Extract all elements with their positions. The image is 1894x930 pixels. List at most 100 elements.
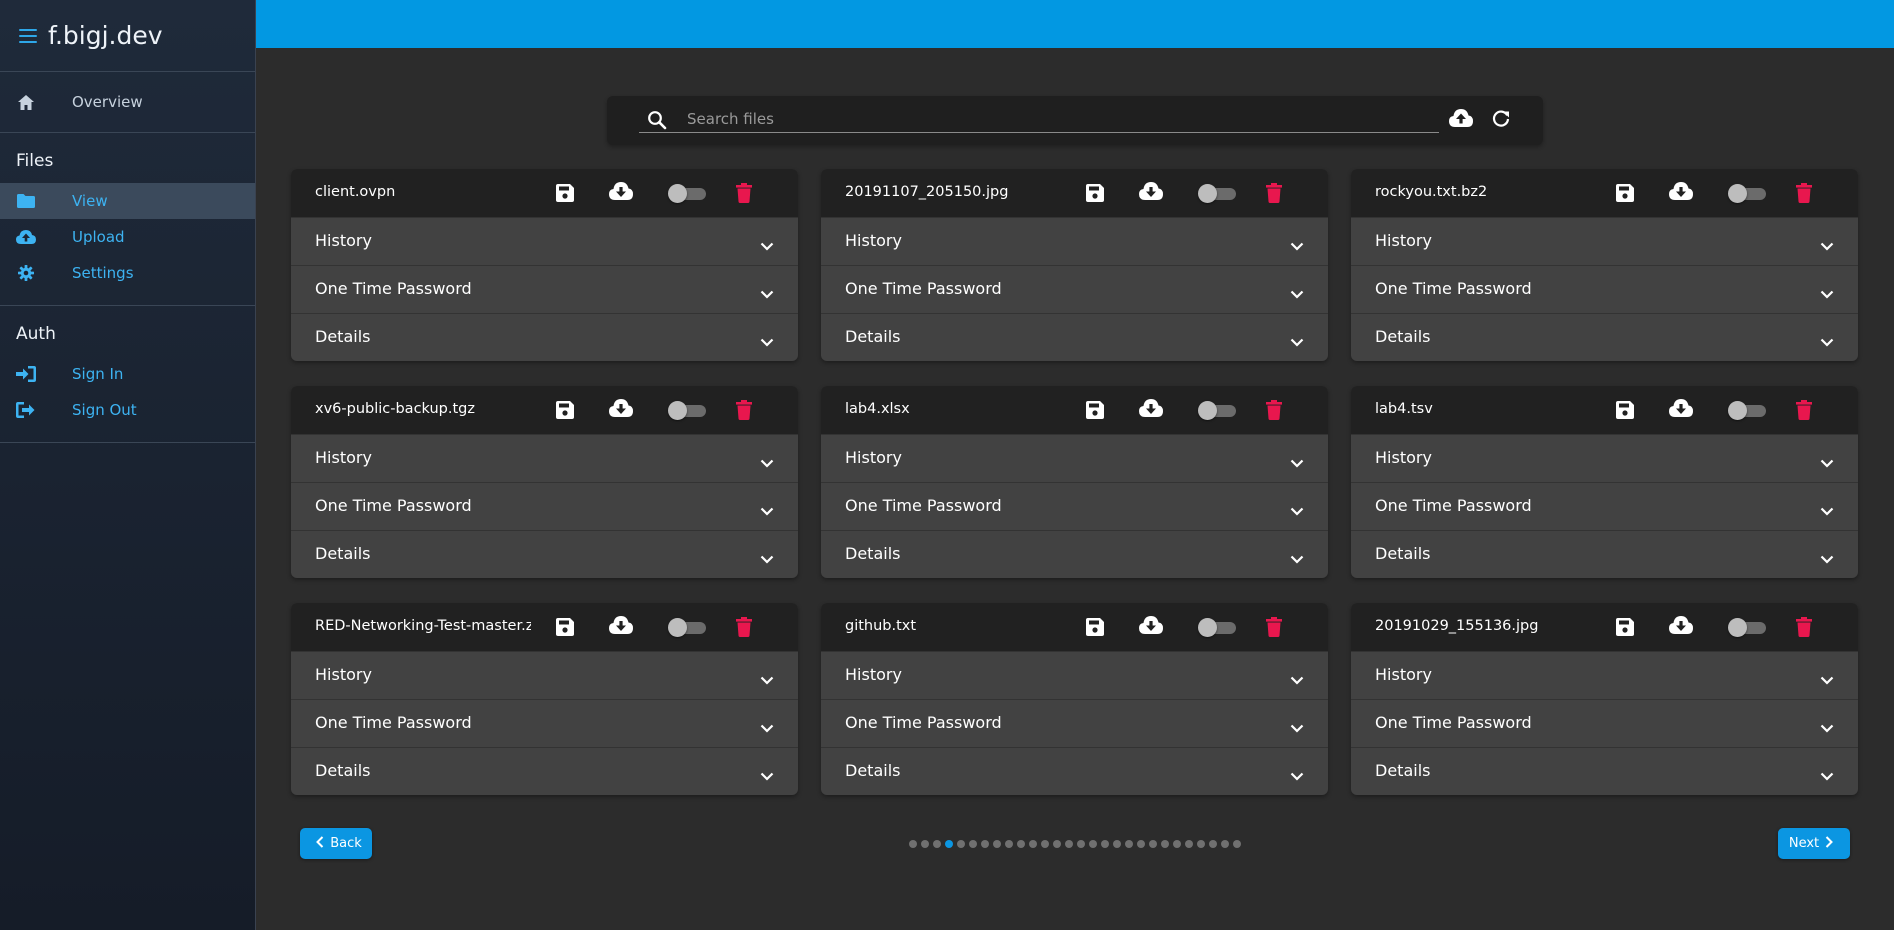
- next-button[interactable]: Next: [1778, 828, 1850, 859]
- public-toggle[interactable]: [1728, 184, 1766, 203]
- page-dot[interactable]: [1173, 840, 1181, 848]
- history-panel[interactable]: History: [291, 434, 798, 482]
- page-dot[interactable]: [957, 840, 965, 848]
- cloud-download-icon[interactable]: [1139, 182, 1163, 204]
- delete-icon[interactable]: [1796, 400, 1812, 424]
- delete-icon[interactable]: [1796, 183, 1812, 207]
- one-time-password-panel[interactable]: One Time Password: [291, 482, 798, 530]
- delete-icon[interactable]: [1266, 183, 1282, 207]
- page-dot[interactable]: [993, 840, 1001, 848]
- page-dot[interactable]: [1233, 840, 1241, 848]
- public-toggle[interactable]: [1198, 184, 1236, 203]
- details-panel[interactable]: Details: [1351, 530, 1858, 578]
- back-button[interactable]: Back: [300, 828, 372, 859]
- save-icon[interactable]: [1085, 617, 1105, 641]
- delete-icon[interactable]: [736, 617, 752, 641]
- hamburger-menu-icon[interactable]: [19, 28, 37, 43]
- public-toggle[interactable]: [1198, 618, 1236, 637]
- history-panel[interactable]: History: [291, 651, 798, 699]
- page-dot[interactable]: [1113, 840, 1121, 848]
- page-dot[interactable]: [1005, 840, 1013, 848]
- save-icon[interactable]: [555, 183, 575, 207]
- page-dot[interactable]: [1101, 840, 1109, 848]
- sidebar-item-sign-out[interactable]: Sign Out: [0, 392, 255, 428]
- page-dot[interactable]: [969, 840, 977, 848]
- one-time-password-panel[interactable]: One Time Password: [291, 699, 798, 747]
- page-dot[interactable]: [1185, 840, 1193, 848]
- public-toggle[interactable]: [1198, 401, 1236, 420]
- delete-icon[interactable]: [736, 183, 752, 207]
- details-panel[interactable]: Details: [291, 747, 798, 795]
- one-time-password-panel[interactable]: One Time Password: [291, 265, 798, 313]
- history-panel[interactable]: History: [1351, 217, 1858, 265]
- page-dot[interactable]: [1041, 840, 1049, 848]
- cloud-download-icon[interactable]: [609, 399, 633, 421]
- details-panel[interactable]: Details: [291, 530, 798, 578]
- page-dot[interactable]: [933, 840, 941, 848]
- sidebar-item-upload[interactable]: Upload: [0, 219, 255, 255]
- page-dot[interactable]: [1029, 840, 1037, 848]
- details-panel[interactable]: Details: [291, 313, 798, 361]
- page-dot[interactable]: [1017, 840, 1025, 848]
- save-icon[interactable]: [1615, 183, 1635, 207]
- details-panel[interactable]: Details: [821, 747, 1328, 795]
- cloud-download-icon[interactable]: [1669, 616, 1693, 638]
- public-toggle[interactable]: [668, 618, 706, 637]
- page-dot[interactable]: [1209, 840, 1217, 848]
- history-panel[interactable]: History: [1351, 434, 1858, 482]
- cloud-download-icon[interactable]: [1139, 399, 1163, 421]
- details-panel[interactable]: Details: [1351, 313, 1858, 361]
- page-dot[interactable]: [921, 840, 929, 848]
- cloud-download-icon[interactable]: [1669, 399, 1693, 421]
- history-panel[interactable]: History: [821, 651, 1328, 699]
- public-toggle[interactable]: [668, 184, 706, 203]
- page-dot[interactable]: [1065, 840, 1073, 848]
- page-dot[interactable]: [981, 840, 989, 848]
- cloud-download-icon[interactable]: [609, 616, 633, 638]
- save-icon[interactable]: [1615, 617, 1635, 641]
- refresh-icon[interactable]: [1491, 109, 1511, 133]
- save-icon[interactable]: [555, 400, 575, 424]
- delete-icon[interactable]: [1796, 617, 1812, 641]
- page-dot[interactable]: [1125, 840, 1133, 848]
- save-icon[interactable]: [1615, 400, 1635, 424]
- one-time-password-panel[interactable]: One Time Password: [821, 699, 1328, 747]
- cloud-download-icon[interactable]: [1139, 616, 1163, 638]
- public-toggle[interactable]: [668, 401, 706, 420]
- one-time-password-panel[interactable]: One Time Password: [1351, 482, 1858, 530]
- details-panel[interactable]: Details: [821, 313, 1328, 361]
- sidebar-item-view[interactable]: View: [0, 183, 255, 219]
- page-dot[interactable]: [1053, 840, 1061, 848]
- details-panel[interactable]: Details: [1351, 747, 1858, 795]
- public-toggle[interactable]: [1728, 401, 1766, 420]
- cloud-upload-icon[interactable]: [1449, 109, 1473, 131]
- sidebar-item-sign-in[interactable]: Sign In: [0, 356, 255, 392]
- sidebar-item-overview[interactable]: Overview: [0, 84, 255, 120]
- one-time-password-panel[interactable]: One Time Password: [821, 265, 1328, 313]
- save-icon[interactable]: [1085, 400, 1105, 424]
- delete-icon[interactable]: [1266, 617, 1282, 641]
- page-dot[interactable]: [1137, 840, 1145, 848]
- save-icon[interactable]: [555, 617, 575, 641]
- history-panel[interactable]: History: [1351, 651, 1858, 699]
- page-dot[interactable]: [1161, 840, 1169, 848]
- delete-icon[interactable]: [736, 400, 752, 424]
- page-dot[interactable]: [1149, 840, 1157, 848]
- cloud-download-icon[interactable]: [609, 182, 633, 204]
- public-toggle[interactable]: [1728, 618, 1766, 637]
- one-time-password-panel[interactable]: One Time Password: [821, 482, 1328, 530]
- save-icon[interactable]: [1085, 183, 1105, 207]
- history-panel[interactable]: History: [291, 217, 798, 265]
- one-time-password-panel[interactable]: One Time Password: [1351, 265, 1858, 313]
- page-dot[interactable]: [1221, 840, 1229, 848]
- sidebar-item-settings[interactable]: Settings: [0, 255, 255, 291]
- history-panel[interactable]: History: [821, 217, 1328, 265]
- page-dot[interactable]: [1089, 840, 1097, 848]
- search-input[interactable]: [687, 106, 1437, 133]
- page-dot[interactable]: [1077, 840, 1085, 848]
- page-dot[interactable]: [909, 840, 917, 848]
- delete-icon[interactable]: [1266, 400, 1282, 424]
- details-panel[interactable]: Details: [821, 530, 1328, 578]
- cloud-download-icon[interactable]: [1669, 182, 1693, 204]
- page-dot[interactable]: [945, 840, 953, 848]
